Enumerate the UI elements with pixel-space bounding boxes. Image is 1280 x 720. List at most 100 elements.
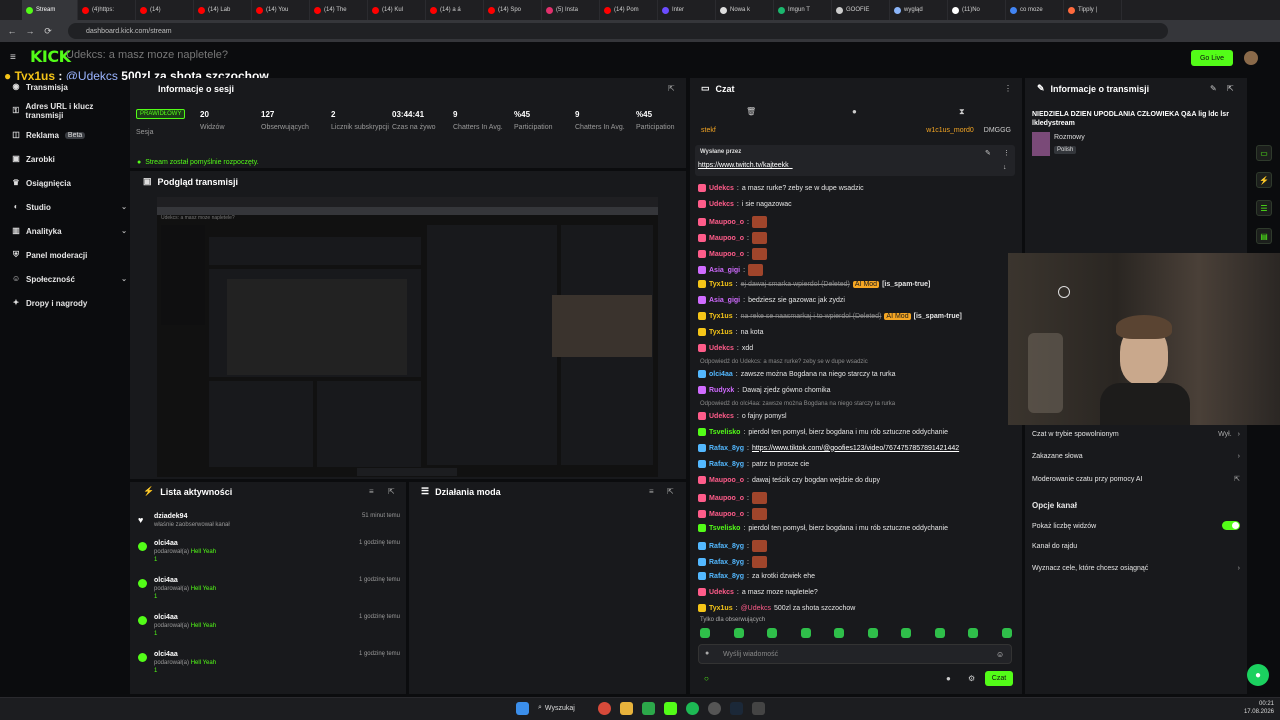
kick-app-icon[interactable] (664, 702, 677, 715)
spotify-icon[interactable] (686, 702, 699, 715)
chat-message[interactable]: Rafax_8yg: https://www.tiktok.com/@goofie… (698, 444, 959, 452)
chat-message[interactable]: Rudyxk: Dawaj zjedz gówno chomika (698, 386, 831, 394)
quick-emote-icon[interactable] (767, 628, 778, 638)
chat-username[interactable]: Tyx1us (709, 329, 733, 336)
popout-icon[interactable]: ⇱ (668, 84, 675, 93)
mention[interactable]: @Udekcs (741, 605, 771, 612)
rail-message-icon[interactable]: ▤ (1256, 228, 1272, 244)
sidebar-item[interactable]: ◉ Transmisja (12, 80, 127, 94)
avatar[interactable] (1244, 51, 1258, 65)
browser-tab[interactable]: (14) Pom (600, 0, 658, 20)
quick-emote-icon[interactable] (800, 628, 811, 638)
browser-tab[interactable]: (14) You (252, 0, 310, 20)
chat-bubble-icon[interactable]: ● (852, 107, 857, 116)
sidebar-item[interactable]: ☺ Społeczność ⌄ (12, 272, 127, 286)
chat-message[interactable]: Rafax_8yg: (698, 540, 767, 552)
browser-tab[interactable]: Tipply | (1064, 0, 1122, 20)
browser-tab[interactable]: Nowa k (716, 0, 774, 20)
chat-message[interactable]: Udekcs: o fajny pomysl (698, 412, 787, 420)
sidebar-item[interactable]: ✦ Dropy i nagrody (12, 296, 127, 310)
edit-icon[interactable]: ✎ (1210, 84, 1217, 93)
quick-emote-icon[interactable] (733, 628, 744, 638)
chat-username[interactable]: olci4aa (709, 371, 733, 378)
stream-preview[interactable]: Udekcs: a masz moze napletele? (157, 197, 658, 477)
browser-tab[interactable]: (14) The (310, 0, 368, 20)
slow-mode-row[interactable]: Czat w trybie spowolnionym Wył. › (1032, 431, 1240, 438)
chat-username[interactable]: Tsvelisko (709, 429, 740, 436)
obs-icon[interactable] (708, 702, 721, 715)
chat-username[interactable]: Tyx1us (709, 605, 733, 612)
popout-icon[interactable]: ⇱ (1227, 84, 1234, 93)
chat-username[interactable]: Tsvelisko (709, 525, 740, 532)
goals-row[interactable]: Wyznacz cele, które chcesz osiągnąć › (1032, 565, 1240, 572)
folder-icon[interactable] (620, 702, 633, 715)
browser-tab[interactable]: wygląd (890, 0, 948, 20)
ai-mod-row[interactable]: Moderowanie czatu przy pomocy AI ⇱ (1032, 475, 1240, 484)
quick-emote-icon[interactable] (834, 628, 845, 638)
chat-username[interactable]: Udekcs (709, 589, 734, 596)
chat-message[interactable]: Maupoo_o: (698, 216, 767, 228)
chat-settings-bubble-icon[interactable]: ● (946, 674, 951, 683)
chat-message[interactable]: Tyx1us: @Udekcs 500zl za shota szczochow (698, 604, 855, 612)
browser-tab[interactable]: (14) (136, 0, 194, 20)
chat-username[interactable]: Rafax_8yg (709, 445, 744, 452)
browser-tab[interactable]: GOOFIE (832, 0, 890, 20)
chat-username[interactable]: Tyx1us (709, 281, 733, 288)
quick-emote-icon[interactable] (1001, 628, 1012, 638)
banned-words-row[interactable]: Zakazane słowa › (1032, 453, 1240, 460)
top-user[interactable]: w1c1us_mord0 (926, 127, 973, 134)
chat-link[interactable]: https://www.tiktok.com/@goofies123/video… (752, 445, 959, 452)
chat-message[interactable]: Rafax_8yg: za krotki dzwiek ehe (698, 572, 815, 580)
chat-message[interactable]: Maupoo_o: (698, 248, 767, 260)
back-icon[interactable]: ← (6, 25, 18, 37)
support-chat-icon[interactable]: ● (1247, 664, 1269, 686)
chrome-icon[interactable] (598, 702, 611, 715)
chat-message[interactable]: Tyx1us: na kota (698, 328, 764, 336)
browser-tab[interactable]: Stream (22, 0, 78, 20)
show-viewers-toggle[interactable] (1222, 521, 1240, 530)
chat-message[interactable]: Maupoo_o: (698, 508, 767, 520)
sidebar-item[interactable]: ♛ Osiągnięcia (12, 176, 127, 190)
category-thumbnail[interactable] (1032, 132, 1050, 156)
chat-username[interactable]: Udekcs (709, 413, 734, 420)
menu-icon[interactable]: ≡ (10, 52, 16, 63)
filter-icon[interactable]: ≡ (649, 487, 654, 496)
browser-tab[interactable]: (14) Spo (484, 0, 542, 20)
settings-icon[interactable]: ⚙ (968, 674, 975, 683)
more-icon[interactable]: ⋮ (1004, 84, 1012, 93)
pinned-link[interactable]: https://www.twitch.tv/kajteekk_ (698, 162, 793, 169)
forward-icon[interactable]: → (24, 25, 36, 37)
windows-start-icon[interactable] (516, 702, 529, 715)
app-icon[interactable] (752, 702, 765, 715)
chat-username[interactable]: Maupoo_o (709, 477, 744, 484)
chat-username[interactable]: Asia_gigi (709, 267, 740, 274)
show-viewers-row[interactable]: Pokaż liczbę widzów (1032, 521, 1240, 532)
chat-message[interactable]: Udekcs: a masz moze napletele? (698, 588, 818, 596)
sidebar-item[interactable]: ⛨ Panel moderacji (12, 248, 127, 262)
chat-username[interactable]: Rudyxk (709, 387, 734, 394)
chat-username[interactable]: Rafax_8yg (709, 573, 744, 580)
chat-message[interactable]: Maupoo_o: dawaj teścik czy bogdan wejdzie… (698, 476, 880, 484)
browser-tab[interactable]: (4)https: (78, 0, 136, 20)
raid-row[interactable]: Kanał do rajdu (1032, 543, 1240, 550)
popout-icon[interactable]: ⇱ (667, 487, 674, 496)
browser-tab[interactable]: Inter (658, 0, 716, 20)
app-icon[interactable] (642, 702, 655, 715)
chat-message[interactable]: Udekcs: xdd (698, 344, 753, 352)
trash-icon[interactable]: 🗑 (746, 107, 756, 116)
chat-username[interactable]: Rafax_8yg (709, 461, 744, 468)
chat-username[interactable]: Maupoo_o (709, 219, 744, 226)
rail-chat-icon[interactable]: ▭ (1256, 145, 1272, 161)
sidebar-item[interactable]: ▣ Zarobki (12, 152, 127, 166)
chat-username[interactable]: Asia_gigi (709, 297, 740, 304)
collapse-icon[interactable]: ↓ (1003, 164, 1007, 171)
chat-username[interactable]: Udekcs (709, 201, 734, 208)
more-icon[interactable]: ⋮ (1003, 149, 1010, 157)
chat-username[interactable]: Udekcs (709, 345, 734, 352)
chat-message[interactable]: Udekcs: i sie nagazowac (698, 200, 792, 208)
chat-username[interactable]: Maupoo_o (709, 235, 744, 242)
sidebar-item[interactable]: ◫ Reklama Beta (12, 128, 127, 142)
reload-icon[interactable]: ⟳ (42, 25, 54, 37)
chat-message[interactable]: Tsvelisko: pierdol ten pomysł, bierz bogd… (698, 524, 948, 532)
chat-username[interactable]: Tyx1us (709, 313, 733, 320)
